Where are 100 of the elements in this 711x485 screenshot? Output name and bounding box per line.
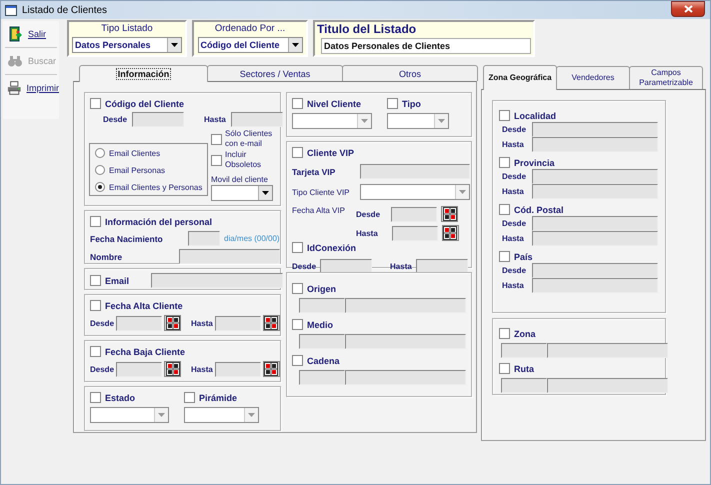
input-field[interactable] xyxy=(345,334,466,349)
checkbox[interactable] xyxy=(499,328,510,339)
input-field[interactable] xyxy=(532,278,658,293)
input-field[interactable] xyxy=(299,370,345,385)
field-label: Ordenado Por ... xyxy=(214,23,286,34)
caret-icon xyxy=(361,119,368,123)
calendar-button[interactable] xyxy=(164,361,182,377)
calendar-button[interactable] xyxy=(441,206,458,222)
input-field[interactable] xyxy=(132,112,184,127)
checkbox[interactable] xyxy=(387,98,398,109)
input-field[interactable] xyxy=(345,298,466,313)
calendar-button[interactable] xyxy=(442,225,459,241)
field-label: Movil del cliente xyxy=(211,175,269,184)
dropdown[interactable] xyxy=(90,407,169,423)
input-field[interactable] xyxy=(151,273,284,288)
input-field[interactable] xyxy=(532,231,658,246)
calendar-icon xyxy=(442,207,457,221)
checkbox[interactable] xyxy=(90,98,101,109)
checkbox-label: Cliente VIP xyxy=(307,148,354,158)
checkbox[interactable] xyxy=(184,392,195,403)
calendar-icon xyxy=(166,316,180,330)
radio-button[interactable] xyxy=(95,148,105,158)
input-field[interactable] xyxy=(391,206,438,222)
input-field[interactable] xyxy=(547,343,668,358)
printer-icon xyxy=(7,80,22,96)
caret-icon xyxy=(248,413,255,417)
checkbox-label: Ruta xyxy=(514,364,534,374)
checkbox[interactable] xyxy=(292,319,303,330)
calendar-button[interactable] xyxy=(262,361,280,377)
checkbox[interactable] xyxy=(90,216,101,227)
input-field[interactable] xyxy=(360,164,470,179)
field-label: Desde xyxy=(90,318,114,328)
checkbox[interactable] xyxy=(499,204,510,215)
checkbox[interactable] xyxy=(211,154,222,166)
dropdown[interactable]: Datos Personales xyxy=(72,37,182,53)
close-button[interactable] xyxy=(671,1,705,17)
checkbox[interactable] xyxy=(90,300,101,311)
dropdown[interactable] xyxy=(184,407,259,423)
tab[interactable]: Información xyxy=(79,65,208,82)
toolbar-button[interactable]: Imprimir xyxy=(3,75,59,101)
input-field[interactable] xyxy=(179,249,280,264)
calendar-button[interactable] xyxy=(164,315,182,331)
input-field[interactable] xyxy=(532,216,658,231)
input-field[interactable] xyxy=(230,112,283,127)
calendar-icon xyxy=(443,226,458,240)
checkbox[interactable] xyxy=(211,134,222,144)
checkbox-label: Origen xyxy=(307,284,336,294)
window-icon xyxy=(5,4,17,16)
input-field[interactable] xyxy=(214,316,261,330)
input-field[interactable] xyxy=(392,226,438,240)
input-field[interactable] xyxy=(345,370,466,385)
dropdown[interactable] xyxy=(387,113,449,129)
input-field[interactable] xyxy=(116,316,162,330)
input-field[interactable] xyxy=(547,378,668,393)
input-field[interactable]: Datos Personales de Clientes xyxy=(321,38,531,54)
input-field[interactable] xyxy=(532,184,658,199)
input-field[interactable] xyxy=(214,362,261,376)
radio-button[interactable] xyxy=(95,182,105,192)
checkbox[interactable] xyxy=(292,98,303,109)
checkbox-label: Provincia xyxy=(514,158,555,168)
checkbox[interactable] xyxy=(499,110,510,121)
input-field[interactable] xyxy=(532,263,658,278)
caret-icon xyxy=(171,43,178,47)
input-field[interactable] xyxy=(299,298,345,313)
checkbox-label: Nivel Cliente xyxy=(307,98,362,108)
checkbox[interactable] xyxy=(90,275,101,286)
input-field[interactable] xyxy=(532,169,658,184)
checkbox[interactable] xyxy=(90,392,101,403)
input-field[interactable] xyxy=(501,378,547,393)
radio-button[interactable] xyxy=(95,165,105,175)
checkbox[interactable] xyxy=(499,251,510,262)
input-field[interactable] xyxy=(501,343,547,358)
tab[interactable]: Campos Parametrizable xyxy=(629,66,703,89)
field-label: Desde xyxy=(356,210,380,218)
input-field[interactable] xyxy=(532,122,658,137)
input-field[interactable] xyxy=(299,334,345,349)
checkbox[interactable] xyxy=(90,346,101,357)
tab[interactable]: Zona Geográfica xyxy=(483,65,557,90)
radio-label: Email Personas xyxy=(109,166,166,174)
checkbox[interactable] xyxy=(499,157,510,168)
dropdown[interactable] xyxy=(211,185,273,201)
dropdown[interactable] xyxy=(292,113,372,129)
checkbox-label: Medio xyxy=(307,320,333,330)
calendar-button[interactable] xyxy=(262,315,280,331)
tab[interactable]: Otros xyxy=(342,65,478,81)
input-field[interactable] xyxy=(532,137,658,152)
input-field[interactable] xyxy=(116,362,162,376)
checkbox[interactable] xyxy=(499,363,510,374)
checkbox[interactable] xyxy=(292,242,303,253)
field-label: Tipo Listado xyxy=(101,23,153,34)
checkbox[interactable] xyxy=(292,283,303,294)
dropdown[interactable] xyxy=(360,184,470,200)
input-field[interactable] xyxy=(188,231,220,246)
field-label: Desde xyxy=(90,364,114,374)
field-label: Fecha Alta VIP xyxy=(292,206,346,217)
checkbox-label: Fecha Alta Cliente xyxy=(105,300,183,310)
checkbox[interactable] xyxy=(292,147,303,158)
checkbox[interactable] xyxy=(292,355,303,366)
dropdown[interactable]: Código del Cliente xyxy=(198,37,302,53)
toolbar-button[interactable]: Salir xyxy=(3,21,59,47)
